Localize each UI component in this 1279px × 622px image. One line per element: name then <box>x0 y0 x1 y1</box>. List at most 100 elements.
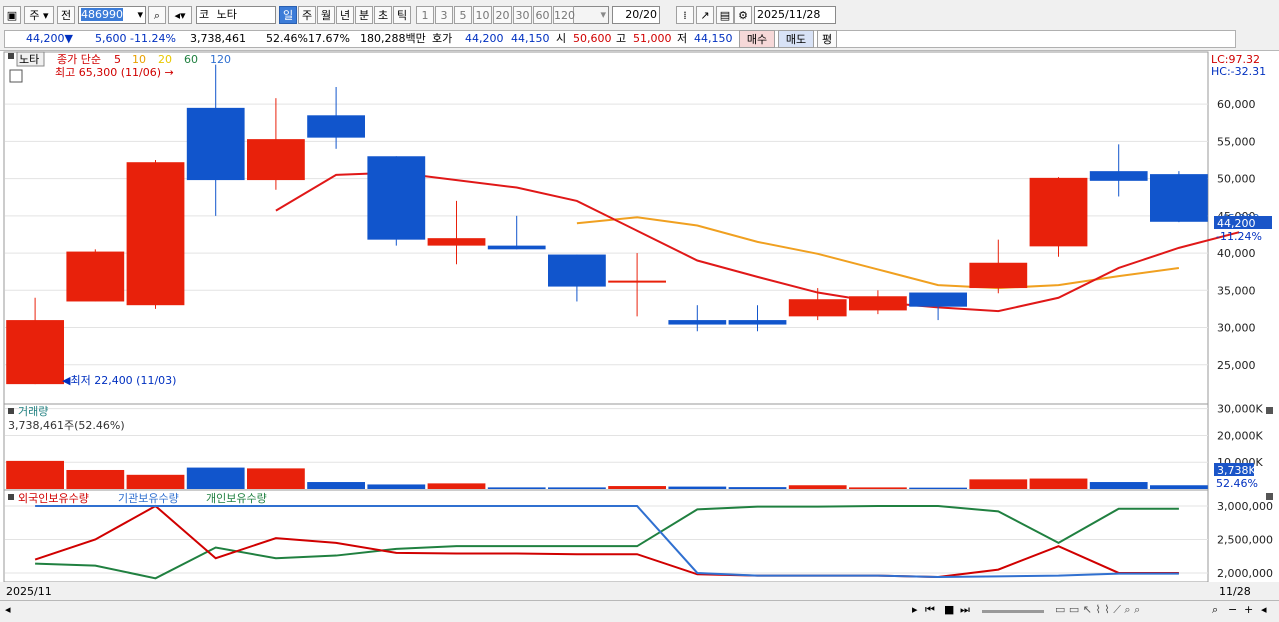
legend-foreign: 외국인보유수량 <box>18 492 89 505</box>
table-icon[interactable] <box>9 69 23 83</box>
tab-4[interactable]: 분 <box>355 6 373 24</box>
ma-label: 종가 단순 <box>57 53 101 66</box>
scroll-right-icon[interactable]: ▸ <box>912 603 918 616</box>
candle-body <box>1150 174 1208 222</box>
stock-name-field[interactable]: 코 노타 <box>196 6 276 24</box>
date-field[interactable]: 2025/11/28 <box>754 6 836 24</box>
zoom-slider[interactable] <box>982 610 1044 613</box>
volume-bar <box>6 460 64 489</box>
stock-code-value: 486990 <box>81 8 123 21</box>
count-total: /20 <box>639 8 657 21</box>
volume-bar <box>307 482 365 489</box>
low-price: 44,150 <box>694 32 733 45</box>
volume-title: 거래량 <box>18 405 48 418</box>
x-axis-start: 2025/11 <box>6 585 52 598</box>
interval-button-60[interactable]: 60 <box>533 6 552 24</box>
current-pct-tag: -11.24% <box>1216 230 1262 243</box>
chevron-down-icon[interactable]: ▾ <box>600 7 606 23</box>
scroll-end-icon[interactable]: ◂ <box>1261 603 1267 616</box>
interval-button-5[interactable]: 5 <box>454 6 472 24</box>
x-axis-band <box>0 582 1279 600</box>
interval-button-1[interactable]: 1 <box>416 6 434 24</box>
toolbar-main: ▣ 주 ▾ 전 486990 ▾ ⌕ ◂▾ 코 노타 ▾ 20/20 ⁞ ↗ ▤… <box>0 0 1279 29</box>
candle-body <box>427 238 486 246</box>
interval-button-3[interactable]: 3 <box>435 6 453 24</box>
interval-button-120[interactable]: 120 <box>553 6 575 24</box>
count-field[interactable]: 20/20 <box>612 6 660 24</box>
tab-5[interactable]: 초 <box>374 6 392 24</box>
legend-individual: 개인보유수량 <box>206 492 267 505</box>
interval-button-30[interactable]: 30 <box>513 6 532 24</box>
speaker-icon[interactable]: ◂▾ <box>168 6 192 24</box>
panel-close-icon[interactable] <box>1266 493 1273 500</box>
panel-close-icon[interactable] <box>1266 407 1273 414</box>
candle-body <box>1029 177 1088 247</box>
volume-axis-label: 20,000K <box>1217 429 1263 442</box>
tab-0[interactable]: 일 <box>279 6 297 24</box>
tool-icons[interactable]: ▭ ▭ ↖ ⌇ ⌇ ⟋ ⌕ ⌕ <box>1055 603 1140 617</box>
bid-price: 44,200 <box>465 32 504 45</box>
tab-3[interactable]: 년 <box>336 6 354 24</box>
first-icon[interactable]: ⏮ <box>925 603 935 617</box>
open-price: 50,600 <box>573 32 612 45</box>
buy-button[interactable]: 매수 <box>739 30 775 48</box>
interval-button-10[interactable]: 10 <box>473 6 492 24</box>
holdings-axis-label: 3,000,000 <box>1217 500 1273 513</box>
sell-button[interactable]: 매도 <box>778 30 814 48</box>
date-value: 2025/11/28 <box>757 8 821 21</box>
crosshair-icon[interactable]: ↗ <box>696 6 714 24</box>
scroll-bar[interactable]: ◂ ▸ ⏮ ■ ⏭ ▭ ▭ ↖ ⌇ ⌇ ⟋ ⌕ ⌕ ⌕ − + ◂ <box>0 600 1279 622</box>
price-axis-label: 30,000 <box>1217 322 1256 335</box>
chart-area[interactable]: 60,00055,00050,00045,00040,00035,00030,0… <box>0 50 1279 600</box>
interval-input[interactable]: ▾ <box>571 6 609 24</box>
candle-body <box>247 139 305 181</box>
volume-bar <box>668 486 727 489</box>
high-note: 최고 65,300 (11/06) → <box>55 66 174 79</box>
zoom-out-icon[interactable]: − <box>1228 603 1237 616</box>
period-select[interactable]: 주 ▾ <box>24 6 54 24</box>
price-axis-label: 35,000 <box>1217 284 1256 297</box>
stock-code-input[interactable]: 486990 ▾ <box>78 6 146 24</box>
ma-period-label: 10 <box>132 53 146 66</box>
zoom-in-icon[interactable]: + <box>1244 603 1253 616</box>
volume-bar <box>427 483 486 489</box>
ask-price: 44,150 <box>511 32 550 45</box>
chart-svg[interactable]: 60,00055,00050,00045,00040,00035,00030,0… <box>0 50 1279 600</box>
stop-icon[interactable]: ■ <box>944 603 954 616</box>
period-value: 주 <box>29 9 40 22</box>
volume-panel-frame <box>3 403 1209 491</box>
window-icon[interactable]: ▣ <box>3 6 21 24</box>
volume-bar <box>548 487 606 489</box>
search-icon[interactable]: ⌕ <box>148 6 166 24</box>
volume-bar <box>1150 485 1208 489</box>
price-name-tag: 노타 <box>19 53 39 66</box>
chart-type-icon[interactable]: ⁞ <box>676 6 694 24</box>
tab-2[interactable]: 월 <box>317 6 335 24</box>
zoom-icon[interactable]: ⌕ <box>1212 603 1218 617</box>
low-label: 저 <box>677 32 688 45</box>
chevron-down-icon[interactable]: ▾ <box>137 7 143 23</box>
gear-icon[interactable]: ⚙ <box>734 6 752 24</box>
candle-body <box>126 162 185 306</box>
holdings-axis-label: 2,000,000 <box>1217 567 1273 580</box>
price-axis-label: 25,000 <box>1217 359 1256 372</box>
current-price-tag: 44,200 <box>1217 217 1256 230</box>
tab-6[interactable]: 틱 <box>393 6 411 24</box>
volume-bar <box>788 485 847 489</box>
prev-button[interactable]: 전 <box>57 6 75 24</box>
save-icon[interactable]: ▤ <box>716 6 734 24</box>
interval-button-20[interactable]: 20 <box>493 6 512 24</box>
candle-body <box>668 320 727 325</box>
ma-period-label: 20 <box>158 53 172 66</box>
open-label: 시 <box>556 32 567 45</box>
scroll-left-icon[interactable]: ◂ <box>5 603 11 616</box>
eval-button[interactable]: 평 <box>817 30 837 48</box>
panel-marker-icon <box>8 53 14 59</box>
tab-1[interactable]: 주 <box>298 6 316 24</box>
ma-period-label: 60 <box>184 53 198 66</box>
holdings-panel-frame <box>3 489 1209 583</box>
last-icon[interactable]: ⏭ <box>960 603 970 617</box>
market-tag: 코 <box>199 8 210 21</box>
price-axis-label: 60,000 <box>1217 98 1256 111</box>
volume-bar <box>367 484 426 489</box>
